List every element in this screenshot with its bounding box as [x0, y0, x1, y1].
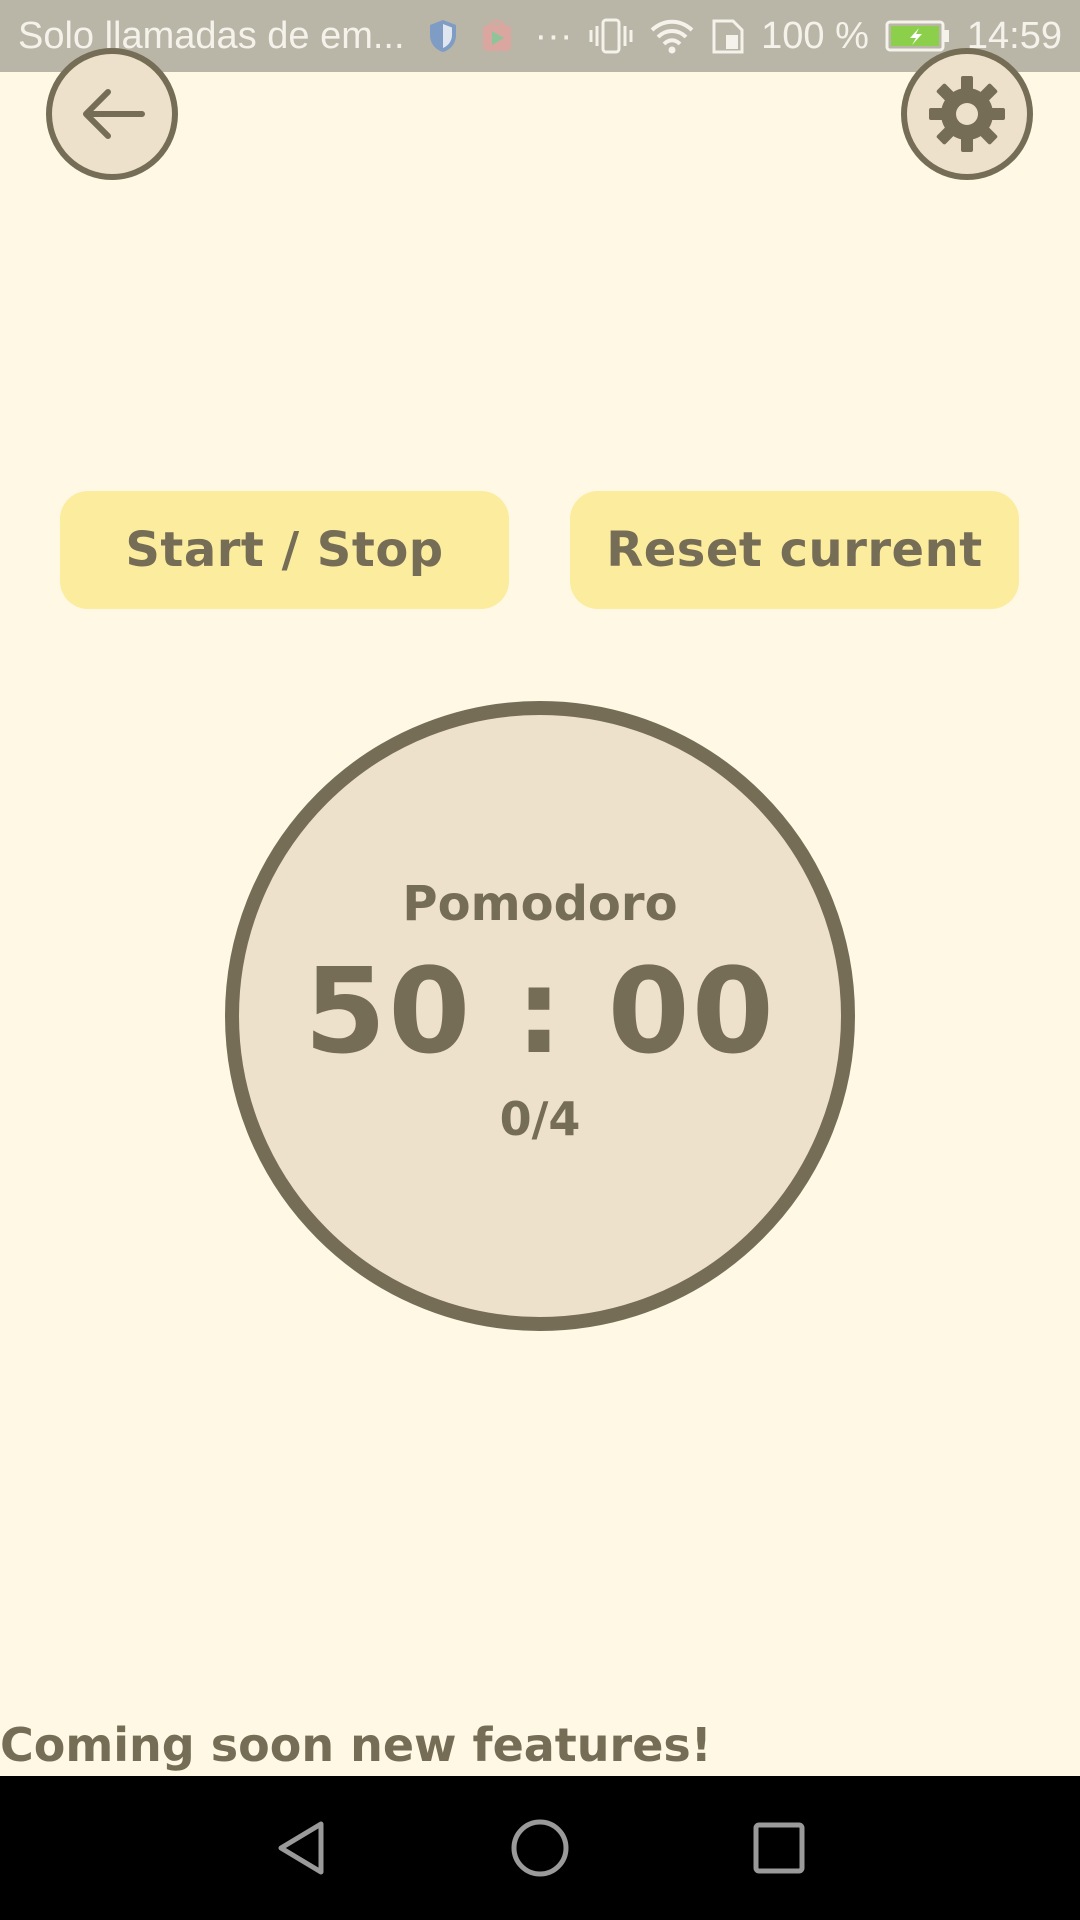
nav-home-icon — [511, 1819, 569, 1877]
nav-recents-icon — [753, 1822, 805, 1874]
nav-back-button[interactable] — [221, 1776, 381, 1920]
status-bar: Solo llamadas de em... ··· 100 % 14:59 — [0, 0, 1080, 72]
sim-icon — [711, 17, 745, 55]
shield-icon — [427, 18, 459, 54]
nav-recents-button[interactable] — [699, 1776, 859, 1920]
overflow-indicator: ··· — [534, 14, 573, 57]
arrow-left-icon — [83, 89, 145, 139]
coming-soon-message: Coming soon new features! — [0, 1718, 712, 1772]
battery-charging-icon — [885, 19, 951, 53]
nav-back-icon — [278, 1821, 324, 1875]
timer-circle[interactable]: Pomodoro 50 : 00 0/4 — [224, 700, 856, 1332]
notification-text: Solo llamadas de em... — [18, 14, 405, 57]
nav-home-button[interactable] — [460, 1776, 620, 1920]
session-label: Pomodoro — [402, 876, 678, 932]
time-display: 50 : 00 — [304, 942, 776, 1080]
back-button[interactable] — [46, 48, 178, 180]
wifi-icon — [649, 18, 695, 54]
cycle-count: 0/4 — [499, 1092, 581, 1146]
start-stop-button[interactable]: Start / Stop — [60, 491, 509, 609]
gear-icon — [929, 76, 1005, 152]
vibrate-icon — [589, 16, 633, 56]
play-store-icon — [481, 19, 513, 53]
pomodoro-screen: Solo llamadas de em... ··· 100 % 14:59 S… — [0, 0, 1080, 1920]
battery-percent: 100 % — [761, 14, 869, 57]
reset-current-button[interactable]: Reset current — [570, 491, 1019, 609]
settings-button[interactable] — [901, 48, 1033, 180]
navigation-bar — [0, 1776, 1080, 1920]
